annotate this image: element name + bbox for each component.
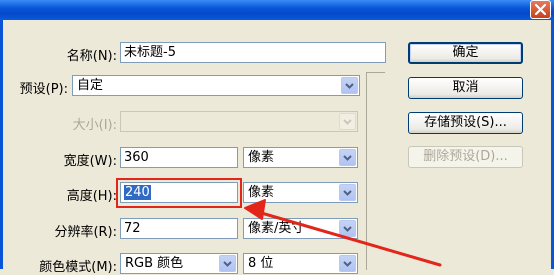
red-arrow-annotation [244, 199, 442, 267]
